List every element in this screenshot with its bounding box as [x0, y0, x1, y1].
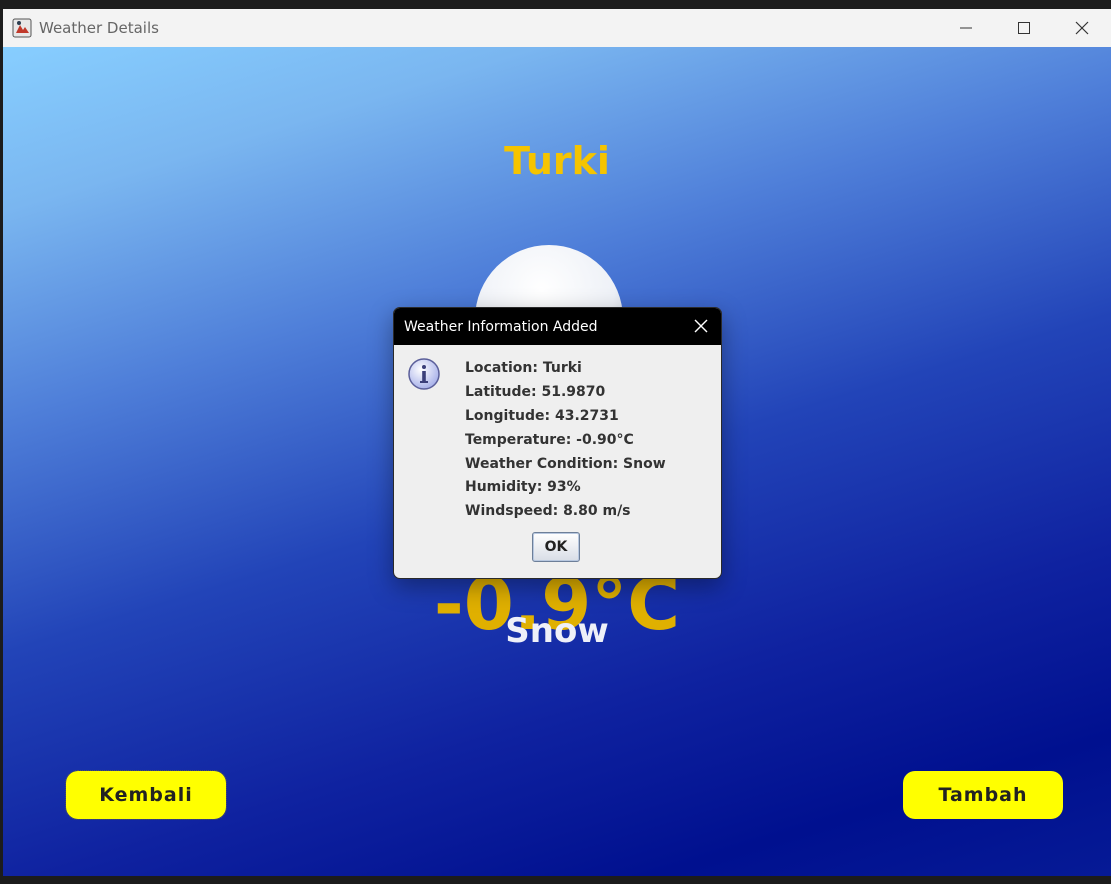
humidity-line: Humidity: 93%: [465, 479, 581, 496]
condition-line: Weather Condition: Snow: [465, 455, 666, 472]
tambah-button[interactable]: Tambah: [903, 771, 1063, 819]
windspeed-line: Windspeed: 8.80 m/s: [465, 503, 631, 520]
ok-button[interactable]: OK: [532, 532, 580, 562]
window-title: Weather Details: [39, 19, 159, 37]
close-icon: [694, 319, 708, 333]
location-line: Location: Turki: [465, 360, 582, 376]
window-controls: [937, 9, 1111, 47]
weather-condition: Snow: [505, 611, 609, 651]
info-icon: [407, 357, 441, 391]
java-app-icon: [12, 18, 32, 38]
maximize-button[interactable]: [995, 9, 1053, 47]
dialog-message: Location: Turki Latitude: 51.9870 Longit…: [465, 357, 666, 524]
temperature-line: Temperature: -0.90°C: [465, 431, 634, 448]
kembali-button[interactable]: Kembali: [65, 770, 227, 820]
dialog-title-bar[interactable]: Weather Information Added: [394, 308, 721, 345]
city-name: Turki: [504, 139, 610, 183]
dialog-close-button[interactable]: [693, 318, 709, 334]
title-bar[interactable]: Weather Details: [3, 9, 1111, 47]
close-icon: [1075, 21, 1089, 35]
weather-info-dialog: Weather Information Added Location: Turk…: [393, 307, 722, 579]
maximize-icon: [1018, 22, 1030, 34]
longitude-line: Longitude: 43.2731: [465, 407, 619, 424]
close-button[interactable]: [1053, 9, 1111, 47]
dialog-title: Weather Information Added: [404, 318, 598, 335]
minimize-button[interactable]: [937, 9, 995, 47]
latitude-line: Latitude: 51.9870: [465, 383, 606, 400]
minimize-icon: [960, 27, 972, 29]
